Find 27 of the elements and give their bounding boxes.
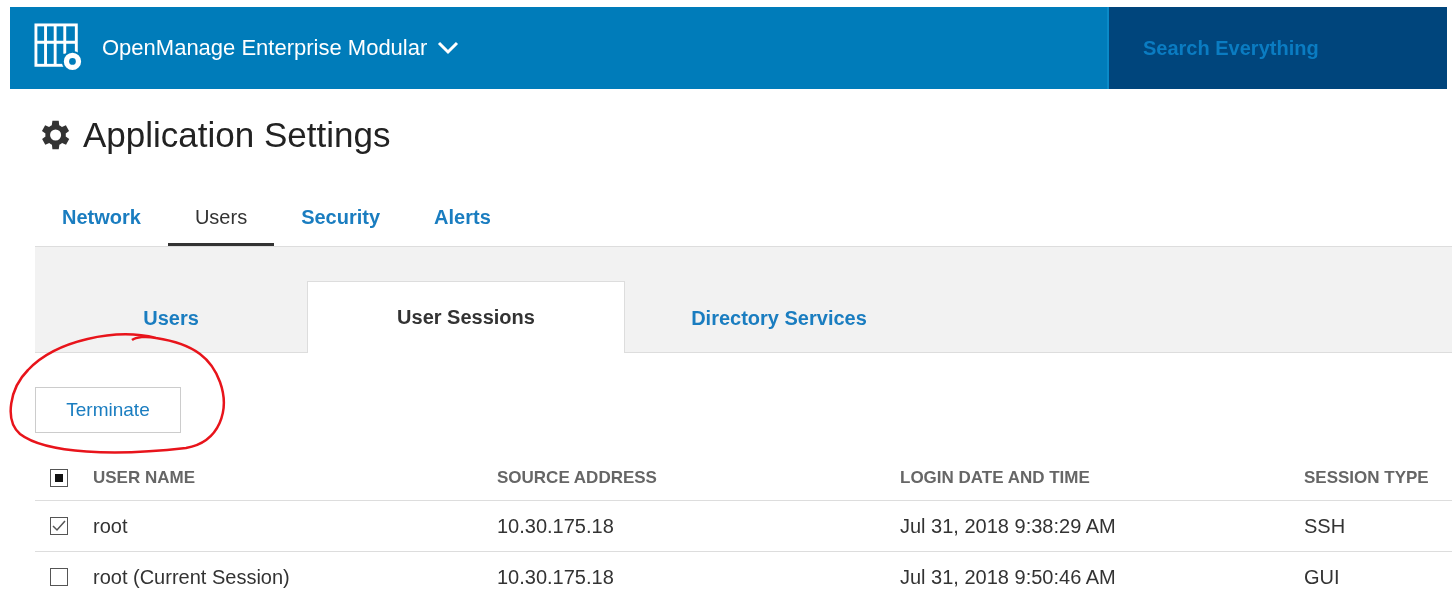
subtab[interactable]: Users bbox=[35, 282, 307, 353]
tab[interactable]: Network bbox=[35, 191, 168, 246]
table-cell-text: Jul 31, 2018 9:38:29 AM bbox=[900, 514, 1117, 538]
tab[interactable]: Alerts bbox=[407, 191, 518, 246]
row-checkbox[interactable] bbox=[50, 568, 68, 586]
table-cell-text: SSH bbox=[1304, 514, 1347, 538]
page-title: Application Settings bbox=[83, 115, 391, 155]
terminate-button[interactable]: Terminate bbox=[35, 387, 181, 433]
product-menu[interactable]: OpenManage Enterprise Modular bbox=[102, 35, 460, 61]
table-cell-text: Jul 31, 2018 9:50:46 AM bbox=[900, 565, 1117, 589]
column-header[interactable]: SOURCE ADDRESS bbox=[497, 467, 900, 488]
chassis-gear-icon[interactable] bbox=[34, 23, 84, 73]
select-all-checkbox[interactable] bbox=[50, 468, 68, 487]
table-cell-text: GUI bbox=[1304, 565, 1341, 589]
column-header[interactable]: LOGIN DATE AND TIME bbox=[900, 467, 1304, 488]
subtab[interactable]: User Sessions bbox=[307, 281, 625, 353]
tab[interactable]: Security bbox=[274, 191, 408, 246]
column-header[interactable]: USER NAME bbox=[93, 467, 497, 488]
table-cell-text: 10.30.175.18 bbox=[497, 565, 615, 589]
search-field[interactable]: Search Everything bbox=[1107, 7, 1447, 89]
row-checkbox[interactable] bbox=[50, 517, 68, 535]
column-header[interactable]: SESSION TYPE bbox=[1304, 467, 1452, 488]
table-cell-text: root bbox=[93, 514, 129, 538]
table-cell-text: root (Current Session) bbox=[93, 565, 291, 589]
subtab[interactable]: Directory Services bbox=[625, 282, 933, 353]
chevron-down-icon bbox=[437, 41, 460, 55]
table-cell-text: 10.30.175.18 bbox=[497, 514, 615, 538]
